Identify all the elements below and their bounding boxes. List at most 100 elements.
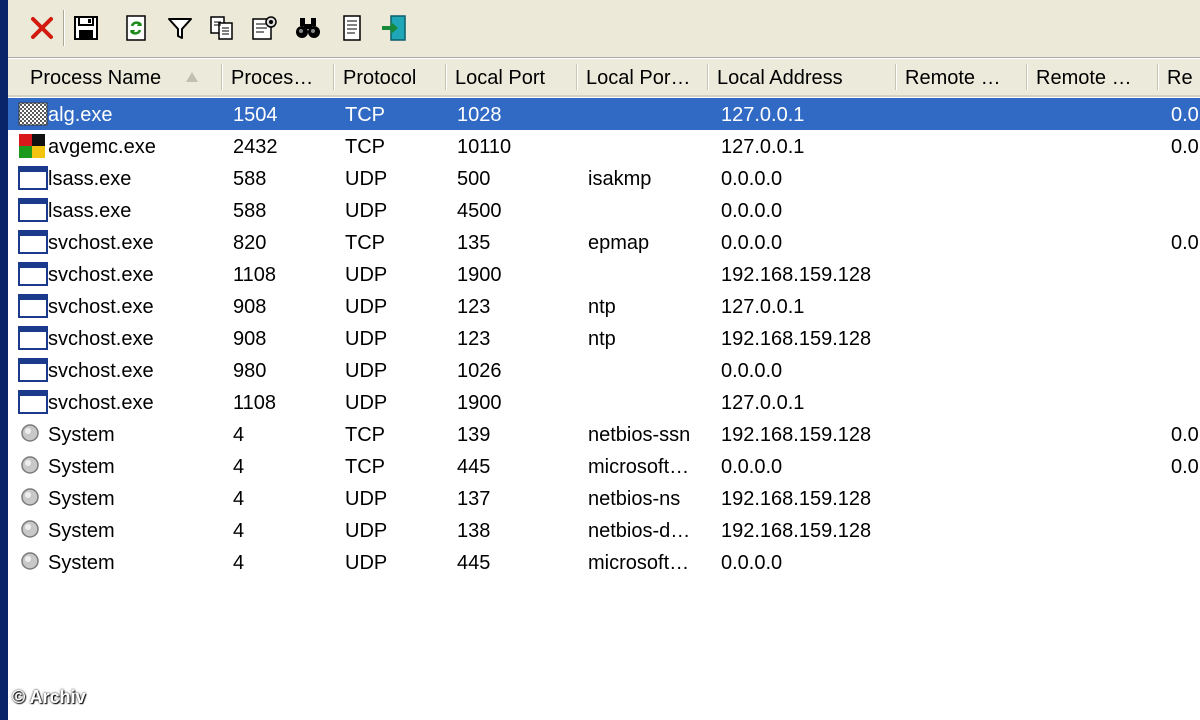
cell-remote-extra [1171,354,1200,386]
cell-process-id: 4 [233,424,245,446]
cell-remote-extra [1171,482,1200,514]
cell-remote-address [907,322,1026,354]
cell-remote-address [907,130,1026,162]
cell-remote-extra: 0.0 [1171,104,1199,126]
table-row[interactable]: System 4 TCP 445 microsoft… 0.0.0.0 0.0 [8,450,1200,482]
find-icon[interactable] [292,12,324,44]
cell-local-port: 1026 [457,360,502,382]
cell-process-id: 4 [233,488,245,510]
cell-protocol: UDP [345,520,388,542]
report-icon[interactable] [336,12,368,44]
cell-local-port-name: ntp [588,328,616,350]
cell-remote-port [1038,258,1157,290]
cell-process-name: lsass.exe [48,200,132,222]
cell-remote-extra [1171,162,1200,194]
cell-local-port-name [588,386,707,418]
cell-process-id: 1108 [233,264,277,286]
table-row[interactable]: alg.exe 1504 TCP 1028 127.0.0.1 0.0 [8,98,1200,130]
cell-protocol: TCP [345,136,385,158]
column-header-protocol[interactable]: Protocol [335,59,447,95]
cell-local-port-name: ntp [588,296,616,318]
cell-local-address: 192.168.159.128 [721,488,872,510]
cell-remote-address [907,194,1026,226]
cell-remote-address [907,258,1026,290]
cell-remote-extra: 0.0 [1171,424,1199,446]
connections-list: alg.exe 1504 TCP 1028 127.0.0.1 0.0 avgemc.exe… [8,97,1200,720]
cell-local-port-name [588,98,707,130]
cell-local-port: 4500 [457,200,502,222]
table-row[interactable]: System 4 UDP 137 netbios-ns 192.168.159.128 [8,482,1200,514]
column-header-process-id[interactable]: Proces… [223,59,335,95]
cell-process-id: 4 [233,552,245,574]
cell-process-name: avgemc.exe [48,136,156,158]
cell-protocol: UDP [345,552,388,574]
cell-process-id: 908 [233,296,267,318]
filter-icon[interactable] [164,12,196,44]
cell-local-port-name: netbios-ssn [588,424,691,446]
cell-process-name: svchost.exe [48,328,154,350]
table-row[interactable]: svchost.exe 1108 UDP 1900 127.0.0.1 [8,386,1200,418]
cell-remote-address [907,450,1026,482]
cell-local-port: 500 [457,168,491,190]
cell-local-port-name [588,130,707,162]
column-header-remote-port[interactable]: Remote … [1028,59,1159,95]
cell-local-port: 138 [457,520,491,542]
system-process-icon [18,422,48,446]
cell-process-name: alg.exe [48,104,113,126]
cell-local-address: 192.168.159.128 [721,520,872,542]
cell-process-id: 4 [233,520,245,542]
cell-remote-extra: 0.0 [1171,136,1199,158]
table-row[interactable]: svchost.exe 1108 UDP 1900 192.168.159.128 [8,258,1200,290]
cell-remote-port [1038,162,1157,194]
table-row[interactable]: System 4 UDP 445 microsoft… 0.0.0.0 [8,546,1200,578]
copy-icon[interactable] [206,12,238,44]
cell-local-port-name [588,258,707,290]
save-icon[interactable] [70,12,102,44]
cell-remote-address [907,290,1026,322]
column-header-row: Process Name Proces… Protocol Local Port Loc… [8,59,1200,97]
cell-local-port: 1028 [457,104,502,126]
column-header-local-port[interactable]: Local Port [447,59,578,95]
table-row[interactable]: avgemc.exe 2432 TCP 10110 127.0.0.1 0.0 [8,130,1200,162]
system-process-icon [18,518,48,542]
properties-icon[interactable] [248,12,280,44]
cell-remote-address [907,418,1026,450]
exit-icon[interactable] [378,12,410,44]
window-process-icon [18,390,48,414]
cell-remote-address [907,226,1026,258]
table-row[interactable]: System 4 UDP 138 netbios-d… 192.168.159.128 [8,514,1200,546]
window-process-icon [18,326,48,350]
cell-process-id: 980 [233,360,267,382]
cell-remote-extra [1171,514,1200,546]
window-process-icon [18,294,48,318]
cell-local-port: 135 [457,232,491,254]
cell-local-address: 0.0.0.0 [721,456,783,478]
alg-process-icon [18,102,48,126]
close-icon[interactable] [26,12,58,44]
table-row[interactable]: svchost.exe 908 UDP 123 ntp 127.0.0.1 [8,290,1200,322]
table-row[interactable]: System 4 TCP 139 netbios-ssn 192.168.159.128 0… [8,418,1200,450]
app-window: Process Name Proces… Protocol Local Port Loc… [8,0,1200,720]
column-header-remote-address[interactable]: Remote … [897,59,1028,95]
cell-protocol: UDP [345,264,388,286]
table-row[interactable]: lsass.exe 588 UDP 500 isakmp 0.0.0.0 [8,162,1200,194]
table-row[interactable]: svchost.exe 908 UDP 123 ntp 192.168.159.128 [8,322,1200,354]
table-row[interactable]: svchost.exe 820 TCP 135 epmap 0.0.0.0 0.0 [8,226,1200,258]
table-row[interactable]: lsass.exe 588 UDP 4500 0.0.0.0 [8,194,1200,226]
cell-protocol: TCP [345,232,385,254]
cell-local-address: 0.0.0.0 [721,232,783,254]
table-row[interactable]: svchost.exe 980 UDP 1026 0.0.0.0 [8,354,1200,386]
cell-protocol: UDP [345,200,388,222]
cell-remote-port [1038,450,1157,482]
cell-remote-address [907,354,1026,386]
cell-process-name: System [48,520,115,542]
column-header-local-address[interactable]: Local Address [709,59,897,95]
cell-local-port-name: netbios-ns [588,488,681,510]
cell-protocol: UDP [345,488,388,510]
cell-remote-address [907,386,1026,418]
cell-protocol: UDP [345,328,388,350]
column-header-local-port-name[interactable]: Local Por… [578,59,709,95]
column-header-remote-extra[interactable]: Re [1159,59,1200,95]
refresh-icon[interactable] [120,12,152,44]
cell-local-address: 127.0.0.1 [721,104,805,126]
